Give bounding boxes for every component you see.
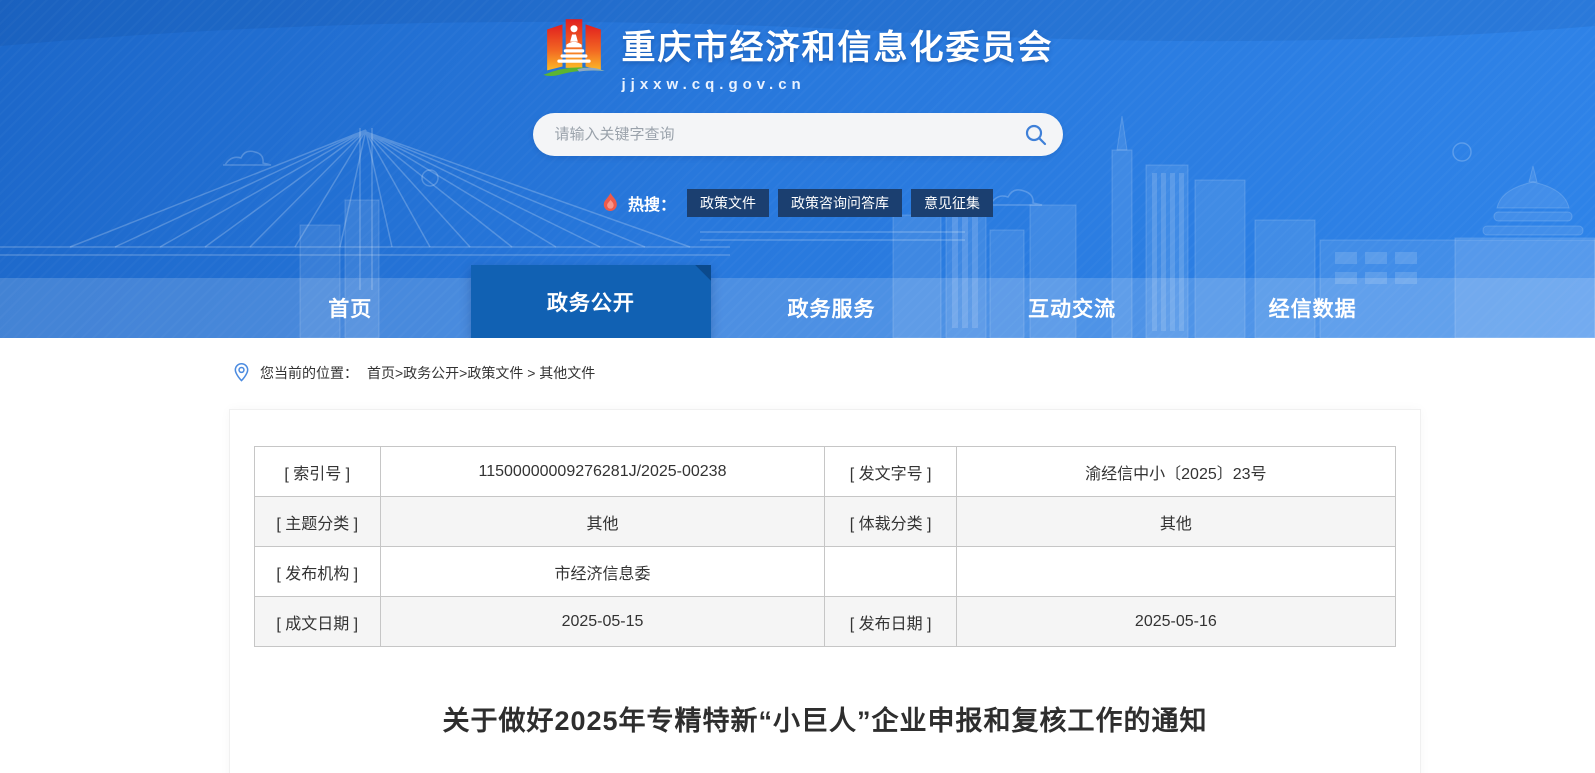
tab-fold-corner xyxy=(695,265,711,281)
hot-search-row: 热搜： 政策文件 政策咨询问答库 意见征集 xyxy=(0,189,1595,217)
meta-row-dates: [ 成文日期 ] 2025-05-15 [ 发布日期 ] 2025-05-16 xyxy=(255,597,1396,647)
meta-value-subject-category: 其他 xyxy=(380,497,825,547)
location-pin-icon xyxy=(232,362,251,383)
site-brand[interactable]: 重庆市经济和信息化委员会 jjxxw.cq.gov.cn xyxy=(0,0,1595,93)
meta-value-empty xyxy=(956,547,1395,597)
hot-tag-policy-files[interactable]: 政策文件 xyxy=(687,189,769,217)
nav-item-gov-info-label: 政务公开 xyxy=(547,287,635,317)
meta-label-doc-number: [ 发文字号 ] xyxy=(825,447,956,497)
hot-tag-policy-qa[interactable]: 政策咨询问答库 xyxy=(778,189,902,217)
document-meta-table: [ 索引号 ] 11500000009276281J/2025-00238 [ … xyxy=(254,446,1396,647)
nav-item-home[interactable]: 首页 xyxy=(230,278,471,338)
document-card: [ 索引号 ] 11500000009276281J/2025-00238 [ … xyxy=(229,409,1421,773)
breadcrumb-trail[interactable]: 首页>政务公开>政策文件 > 其他文件 xyxy=(367,363,595,383)
meta-value-doc-number: 渝经信中小〔2025〕23号 xyxy=(956,447,1395,497)
search-icon xyxy=(1024,123,1048,147)
meta-label-index-number: [ 索引号 ] xyxy=(255,447,381,497)
page: 重庆市经济和信息化委员会 jjxxw.cq.gov.cn 热搜： 政策文件 政策… xyxy=(0,0,1595,773)
meta-value-written-date: 2025-05-15 xyxy=(380,597,825,647)
meta-value-index-number: 11500000009276281J/2025-00238 xyxy=(380,447,825,497)
meta-value-issuing-agency: 市经济信息委 xyxy=(380,547,825,597)
site-brand-text: 重庆市经济和信息化委员会 jjxxw.cq.gov.cn xyxy=(622,12,1054,93)
meta-value-genre-category: 其他 xyxy=(956,497,1395,547)
meta-value-publish-date: 2025-05-16 xyxy=(956,597,1395,647)
search-bar xyxy=(533,113,1063,156)
meta-label-written-date: [ 成文日期 ] xyxy=(255,597,381,647)
search-button[interactable] xyxy=(1009,113,1063,156)
meta-row-subject-category: [ 主题分类 ] 其他 [ 体裁分类 ] 其他 xyxy=(255,497,1396,547)
nav-item-economic-data[interactable]: 经信数据 xyxy=(1192,278,1433,338)
site-logo-icon xyxy=(542,12,606,84)
breadcrumb-label: 您当前的位置： xyxy=(260,363,358,383)
nav-item-gov-services[interactable]: 政务服务 xyxy=(711,278,952,338)
document-title: 关于做好2025年专精特新“小巨人”企业申报和复核工作的通知 xyxy=(254,699,1396,738)
site-title: 重庆市经济和信息化委员会 xyxy=(622,20,1054,69)
meta-label-empty xyxy=(825,547,956,597)
main-content: 您当前的位置： 首页>政务公开>政策文件 > 其他文件 [ 索引号 ] 1150… xyxy=(0,362,1595,773)
site-header: 重庆市经济和信息化委员会 jjxxw.cq.gov.cn 热搜： 政策文件 政策… xyxy=(0,0,1595,338)
nav-item-interaction[interactable]: 互动交流 xyxy=(952,278,1193,338)
meta-row-issuing-agency: [ 发布机构 ] 市经济信息委 xyxy=(255,547,1396,597)
flame-icon xyxy=(602,193,619,214)
breadcrumb: 您当前的位置： 首页>政务公开>政策文件 > 其他文件 xyxy=(232,362,1595,383)
main-nav-inner: 首页 政务公开 政务服务 互动交流 经信数据 xyxy=(230,278,1433,338)
hot-tag-opinion-collection[interactable]: 意见征集 xyxy=(911,189,993,217)
search-input[interactable] xyxy=(533,113,1009,156)
meta-label-issuing-agency: [ 发布机构 ] xyxy=(255,547,381,597)
main-nav: 首页 政务公开 政务服务 互动交流 经信数据 xyxy=(0,278,1595,338)
site-url: jjxxw.cq.gov.cn xyxy=(622,76,1054,93)
meta-label-publish-date: [ 发布日期 ] xyxy=(825,597,956,647)
meta-label-subject-category: [ 主题分类 ] xyxy=(255,497,381,547)
nav-item-gov-info-active[interactable]: 政务公开 xyxy=(471,265,712,338)
hot-search-label: 热搜： xyxy=(628,191,676,215)
meta-label-genre-category: [ 体裁分类 ] xyxy=(825,497,956,547)
meta-row-index-number: [ 索引号 ] 11500000009276281J/2025-00238 [ … xyxy=(255,447,1396,497)
